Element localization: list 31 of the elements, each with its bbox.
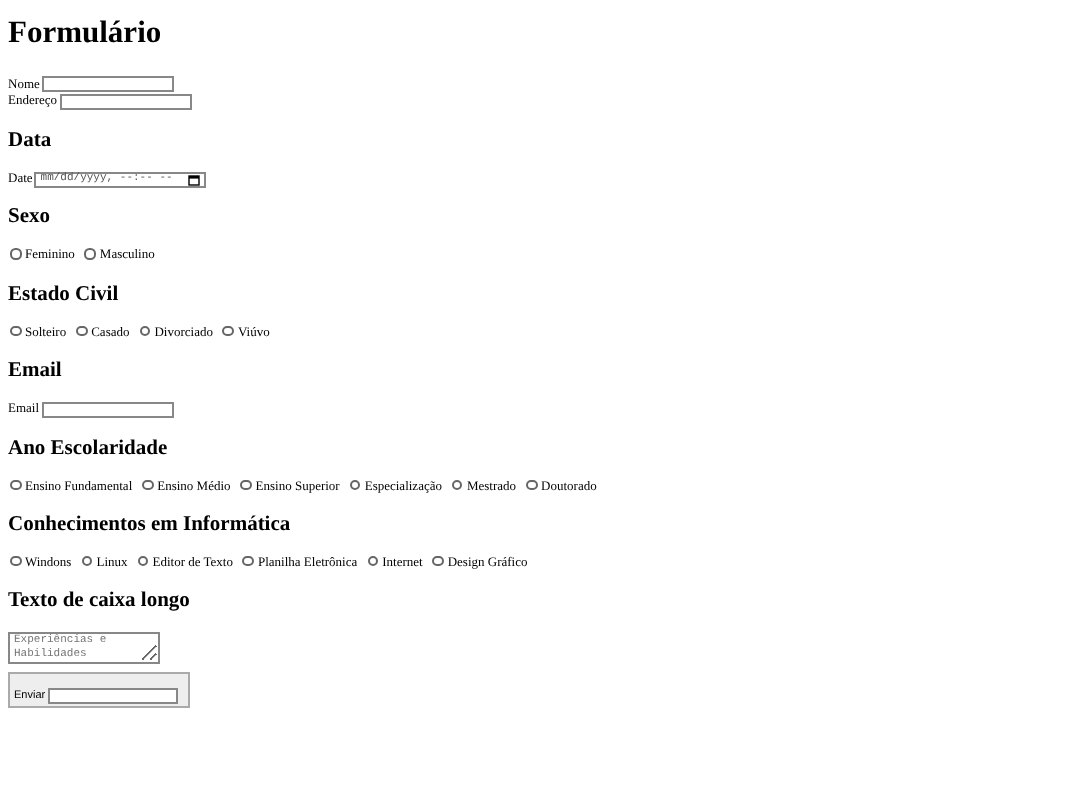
radio-button[interactable] (367, 555, 379, 567)
input-field[interactable] (47, 688, 178, 705)
radio-button[interactable] (137, 555, 149, 567)
radio-button[interactable] (240, 479, 252, 491)
section-heading: Ano Escolaridade (8, 435, 170, 462)
radio-button[interactable] (10, 555, 21, 567)
radio-button[interactable] (81, 555, 93, 567)
section-heading: Email (8, 357, 64, 384)
input-field[interactable] (59, 93, 192, 110)
radio-button[interactable] (10, 479, 21, 491)
radio-button[interactable] (526, 479, 538, 491)
section-heading: Data (8, 127, 54, 154)
radio-button[interactable] (451, 479, 463, 491)
radio-button[interactable] (242, 555, 254, 567)
input-field[interactable] (41, 76, 174, 93)
section-heading: Texto de caixa longo (8, 588, 192, 615)
radio-button[interactable] (142, 479, 154, 491)
section-heading: Sexo (8, 204, 52, 231)
radio-button[interactable] (349, 479, 361, 491)
calendar-icon[interactable] (188, 173, 201, 186)
radio-button[interactable] (139, 325, 151, 337)
radio-button[interactable] (432, 555, 444, 567)
section-heading: Estado Civil (8, 281, 121, 308)
radio-button[interactable] (222, 325, 234, 337)
form-title: Formulário (8, 14, 164, 53)
radio-button[interactable] (76, 325, 88, 337)
email-field[interactable] (41, 401, 174, 418)
radio-button[interactable] (10, 325, 21, 337)
radio-button[interactable] (84, 248, 96, 260)
radio-button[interactable] (10, 248, 21, 260)
section-heading: Conhecimentos em Informática (8, 511, 293, 538)
